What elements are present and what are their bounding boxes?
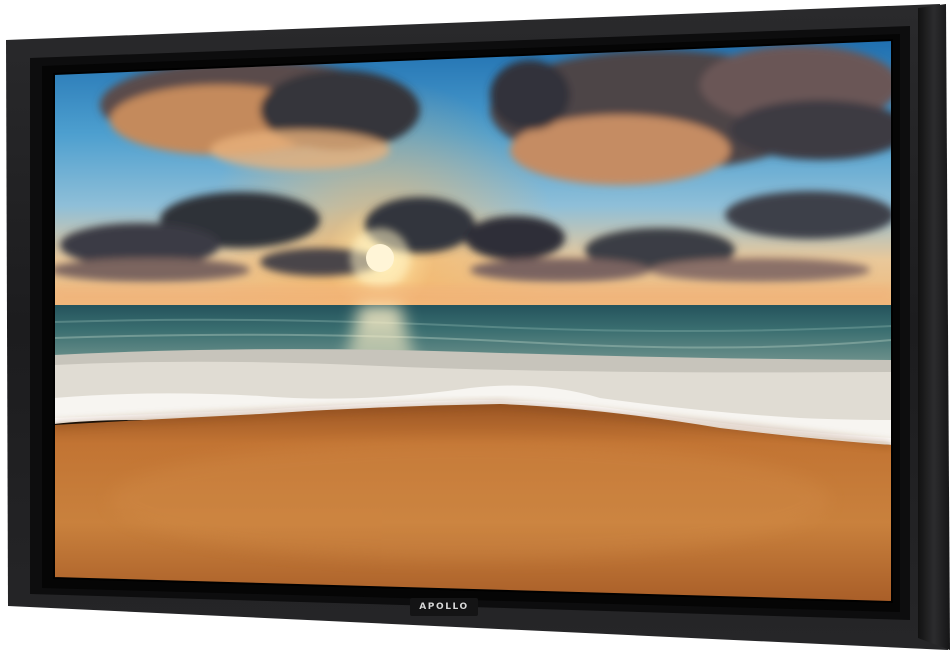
framed-screen <box>6 4 950 650</box>
screen-image <box>54 40 892 602</box>
frame-side <box>918 4 950 650</box>
brand-logo: APOLLO <box>419 602 469 612</box>
product-photo: APOLLO <box>0 0 952 652</box>
